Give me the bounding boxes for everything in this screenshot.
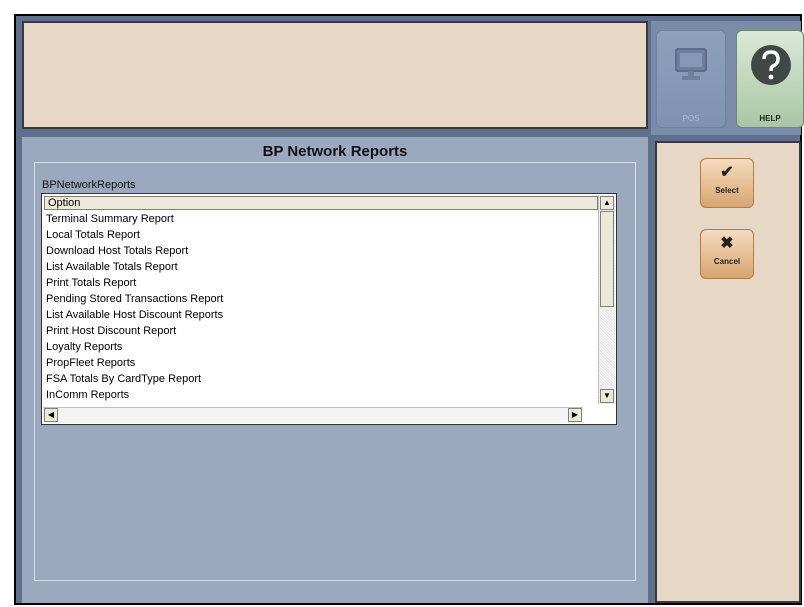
- list-item[interactable]: InComm Reports: [46, 387, 596, 401]
- pos-label: POS: [682, 114, 700, 123]
- list-item[interactable]: Loyalty Reports: [46, 339, 596, 355]
- checkmark-icon: ✔: [720, 164, 734, 181]
- list-item[interactable]: PropFleet Reports: [46, 355, 596, 371]
- help-button[interactable]: HELP: [736, 30, 804, 128]
- scroll-down-arrow-icon[interactable]: ▼: [600, 389, 614, 403]
- question-icon: [751, 45, 791, 85]
- scroll-left-arrow-icon[interactable]: ◀: [44, 408, 58, 422]
- select-button[interactable]: ✔ Select: [700, 158, 754, 208]
- vertical-scroll-thumb[interactable]: [600, 211, 614, 307]
- close-icon: ✖: [720, 235, 734, 252]
- report-panel: BP Network Reports BPNetworkReports Opti…: [22, 137, 648, 603]
- list-item[interactable]: FSA Totals By CardType Report: [46, 371, 596, 387]
- list-item[interactable]: List Available Host Discount Reports: [46, 307, 596, 323]
- scroll-up-arrow-icon[interactable]: ▲: [600, 196, 614, 210]
- list-item[interactable]: Local Totals Report: [46, 227, 596, 243]
- pos-button[interactable]: POS: [656, 30, 726, 128]
- column-header-option[interactable]: Option: [44, 196, 598, 210]
- options-listbox[interactable]: Option Terminal Summary Report Local Tot…: [41, 193, 617, 425]
- page-title: BP Network Reports: [262, 143, 408, 160]
- help-label: HELP: [759, 114, 781, 123]
- cancel-label: Cancel: [713, 257, 741, 266]
- list-label: BPNetworkReports: [42, 179, 136, 191]
- vertical-scrollbar[interactable]: ▲ ▼: [598, 195, 615, 404]
- list-item[interactable]: Pending Stored Transactions Report: [46, 291, 596, 307]
- horizontal-scrollbar[interactable]: ◀ ▶: [43, 407, 583, 423]
- list-item[interactable]: Download Host Totals Report: [46, 243, 596, 259]
- select-label: Select: [715, 186, 739, 195]
- list-item[interactable]: List Available Totals Report: [46, 259, 596, 275]
- cancel-button[interactable]: ✖ Cancel: [700, 229, 754, 279]
- list-item[interactable]: Print Totals Report: [46, 275, 596, 291]
- options-list: Terminal Summary Report Local Totals Rep…: [46, 211, 596, 401]
- list-item[interactable]: Terminal Summary Report: [46, 211, 596, 227]
- list-item[interactable]: Print Host Discount Report: [46, 323, 596, 339]
- monitor-icon: [675, 48, 707, 80]
- message-area: [22, 21, 648, 129]
- action-panel: ✔ Select ✖ Cancel: [655, 141, 801, 603]
- scroll-right-arrow-icon[interactable]: ▶: [568, 408, 582, 422]
